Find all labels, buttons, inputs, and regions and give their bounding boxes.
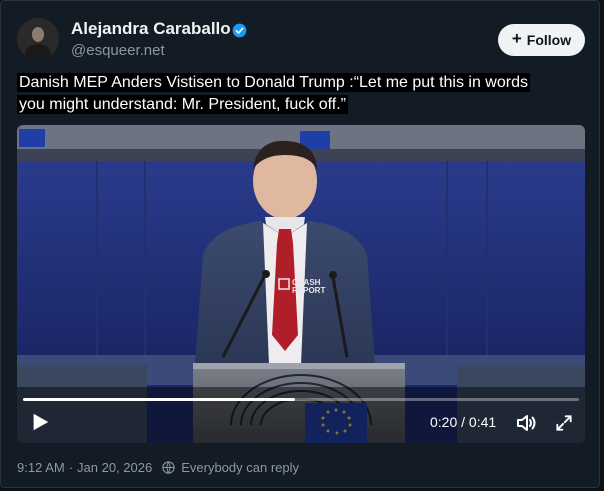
post-text: Danish MEP Anders Vistisen to Donald Tru… — [17, 72, 589, 116]
avatar-face — [32, 27, 44, 42]
globe-reply-icon — [162, 461, 175, 474]
volume-icon[interactable] — [515, 411, 539, 435]
plus-icon: + — [511, 29, 522, 48]
watermark-bottom: REPORT — [292, 286, 325, 295]
video-time: 0:20 / 0:41 — [430, 414, 497, 430]
post-text-line-2: you might understand: Mr. President, fuc… — [17, 95, 348, 114]
verified-badge-icon — [232, 23, 247, 38]
post-card: Alejandra Caraballo @esqueer.net + Follo… — [0, 0, 600, 488]
video-progress-fill — [23, 398, 296, 401]
post-meta: 9:12 AM · Jan 20, 2026 Everybody can rep… — [17, 460, 299, 475]
reply-setting: Everybody can reply — [181, 460, 300, 475]
video-player[interactable]: CRASH REPORT — [17, 125, 585, 443]
avatar[interactable] — [17, 18, 59, 60]
post-date[interactable]: Jan 20, 2026 — [77, 460, 152, 475]
post-time[interactable]: 9:12 AM — [17, 460, 65, 475]
expand-icon[interactable] — [554, 413, 574, 433]
follow-label: Follow — [526, 32, 572, 48]
meta-separator: · — [68, 460, 74, 475]
video-progress-bar[interactable] — [23, 398, 579, 401]
author-handle[interactable]: @esqueer.net — [71, 42, 165, 59]
post-text-line-1: Danish MEP Anders Vistisen to Donald Tru… — [17, 73, 530, 92]
video-frame: CRASH REPORT — [17, 125, 585, 443]
play-icon[interactable] — [29, 411, 51, 433]
author-name[interactable]: Alejandra Caraballo — [71, 19, 231, 39]
follow-button[interactable]: + Follow — [498, 24, 585, 56]
avatar-shoulders — [25, 44, 51, 60]
